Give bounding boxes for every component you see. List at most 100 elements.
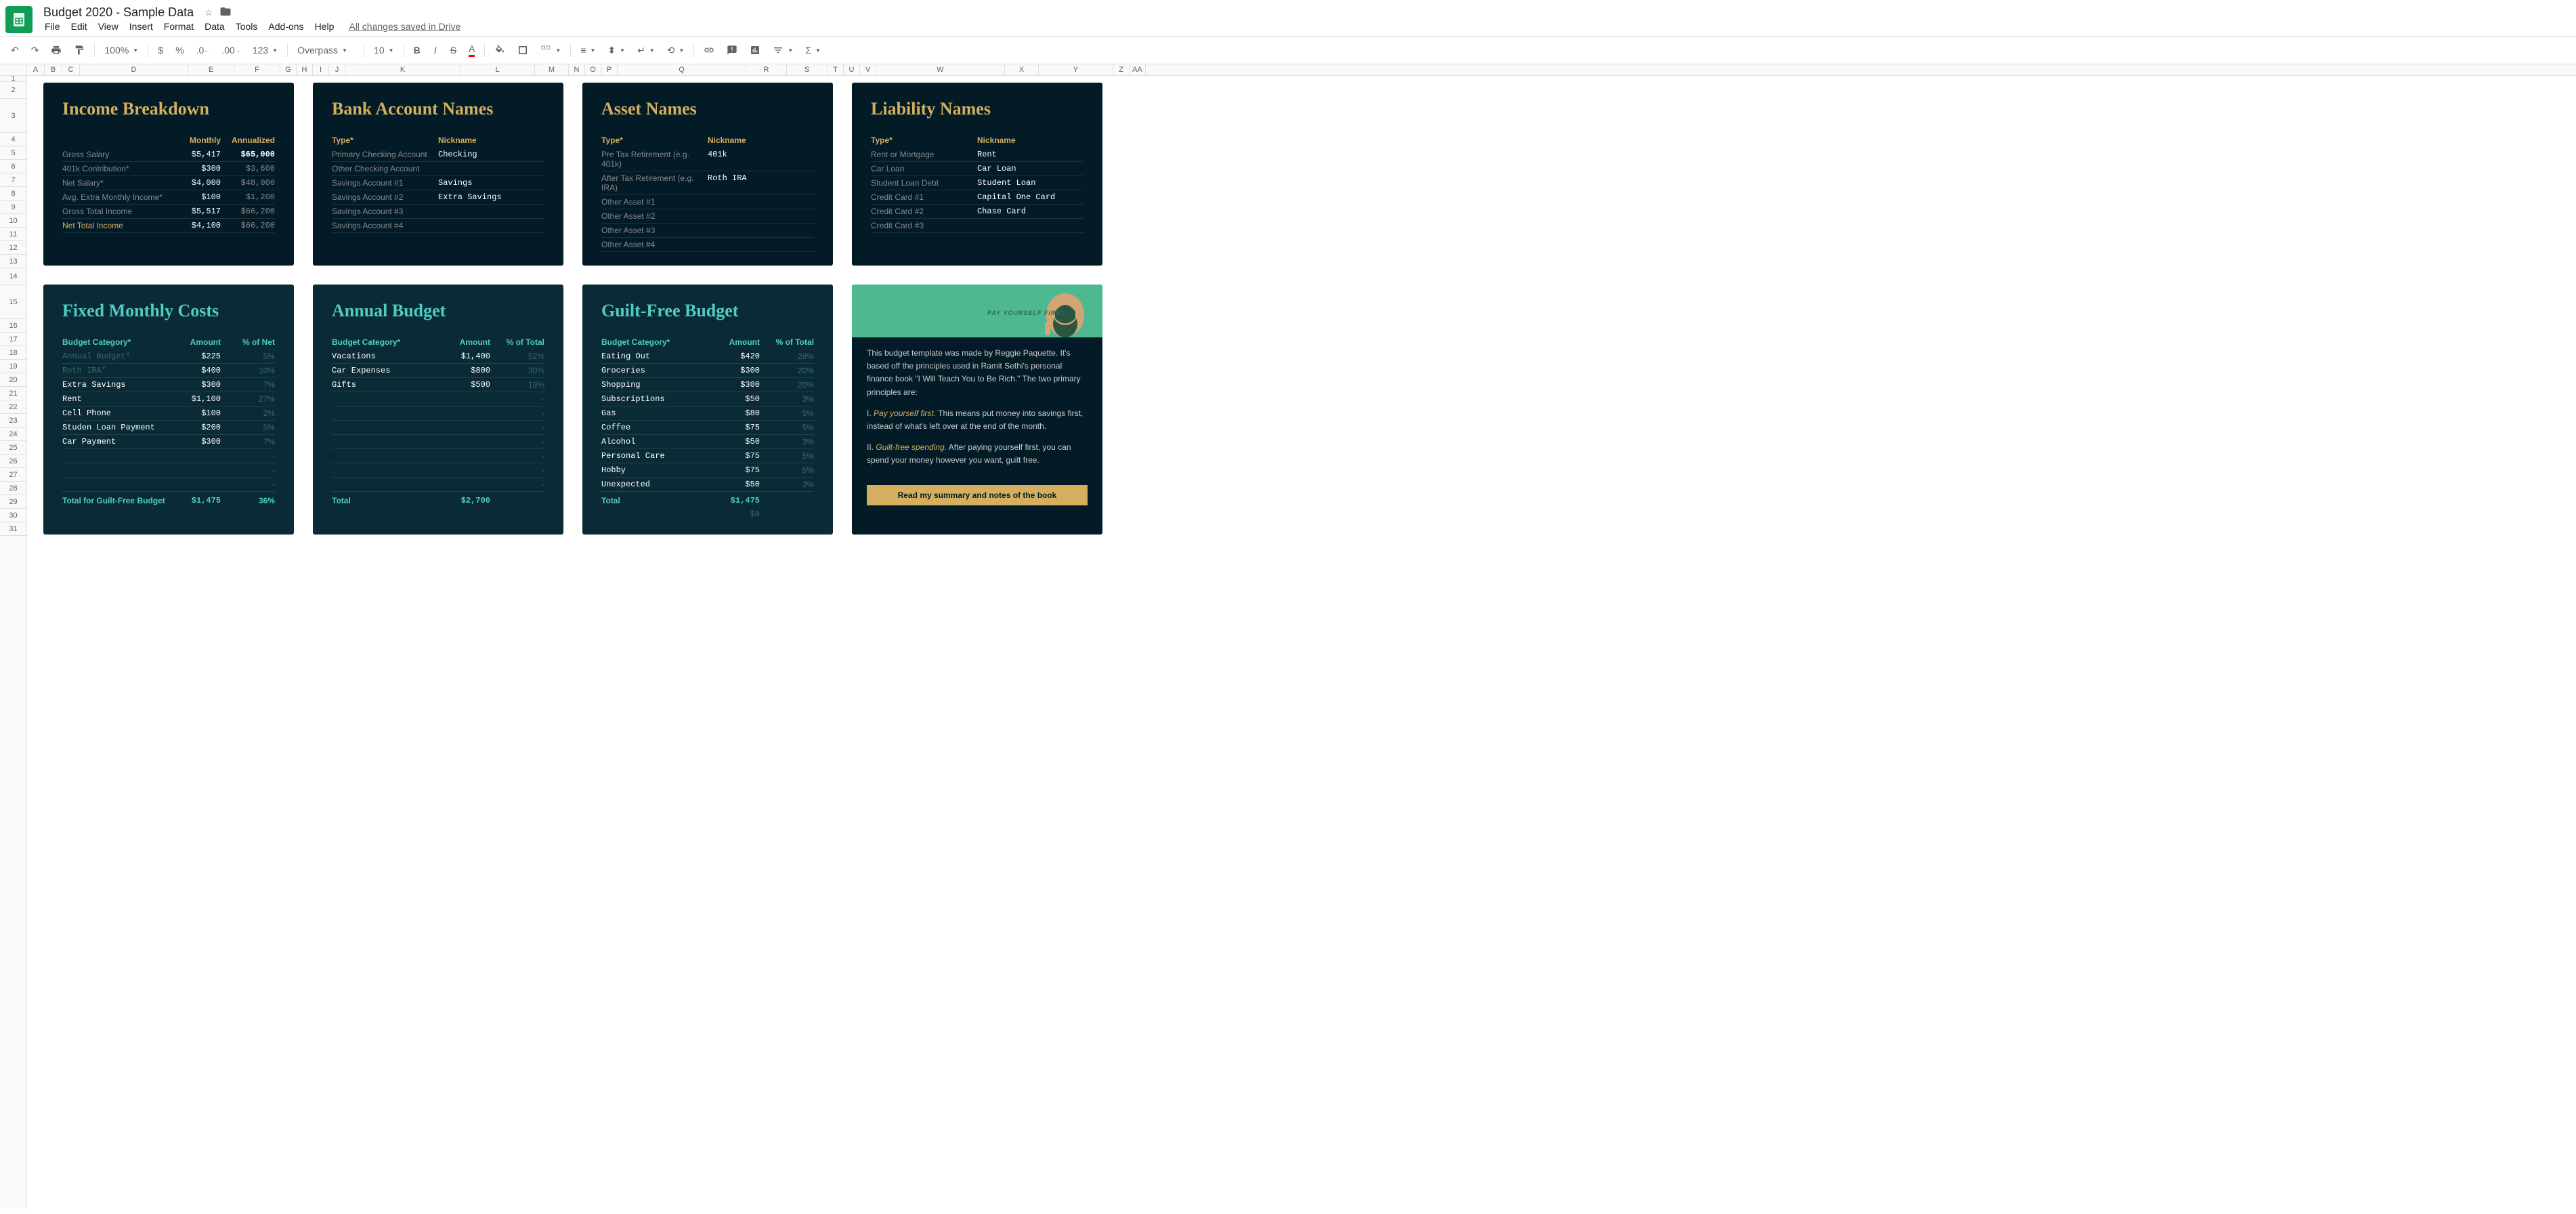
col-header-Q[interactable]: Q [618,64,746,75]
row-header-28[interactable]: 28 [0,482,26,495]
chart-button[interactable] [744,41,766,60]
col-header-U[interactable]: U [844,64,860,75]
merge-cells-button[interactable]: ▼ [535,42,566,58]
row-header-24[interactable]: 24 [0,427,26,441]
col-header-AA[interactable]: AA [1130,64,1146,75]
save-status[interactable]: All changes saved in Drive [349,21,460,32]
text-wrap-button[interactable]: ↵▼ [632,42,660,59]
row-header-31[interactable]: 31 [0,522,26,536]
col-header-S[interactable]: S [787,64,828,75]
table-row[interactable]: Gifts $500 19% [332,378,544,392]
percent-button[interactable]: % [170,41,189,60]
menu-add-ons[interactable]: Add-ons [263,18,309,35]
table-row[interactable]: Alcohol $50 3% [601,435,814,449]
table-row[interactable]: Credit Card #3 [871,219,1083,233]
table-row[interactable]: - [62,449,275,463]
table-row[interactable]: Savings Account #4 [332,219,544,233]
col-header-Y[interactable]: Y [1039,64,1113,75]
table-row[interactable]: Coffee $75 5% [601,421,814,435]
row-header-4[interactable]: 4 [0,133,26,146]
filter-button[interactable]: ▼ [767,42,798,58]
number-format-select[interactable]: 123▼ [247,42,283,58]
col-header-A[interactable]: A [27,64,45,75]
text-color-button[interactable]: A [463,39,480,61]
table-row[interactable]: Eating Out $420 28% [601,350,814,364]
table-row[interactable]: Other Asset #4 [601,238,814,252]
table-row[interactable]: Vacations $1,400 52% [332,350,544,364]
col-header-J[interactable]: J [329,64,345,75]
table-row[interactable]: Rent or Mortgage Rent [871,148,1083,162]
table-row[interactable]: Studen Loan Payment $200 5% [62,421,275,435]
v-align-button[interactable]: ⬍▼ [602,42,630,59]
col-header-I[interactable]: I [313,64,329,75]
table-row[interactable]: Student Loan Debt Student Loan [871,176,1083,190]
table-row[interactable]: Rent $1,100 27% [62,392,275,406]
table-row[interactable]: Cell Phone $100 2% [62,406,275,421]
table-row[interactable]: Gross Total Income $5,517 $66,200 [62,205,275,219]
move-folder-icon[interactable] [219,5,232,20]
menu-edit[interactable]: Edit [66,18,93,35]
table-row[interactable]: - [332,392,544,406]
menu-view[interactable]: View [93,18,124,35]
table-row[interactable]: Groceries $300 20% [601,364,814,378]
table-row[interactable]: 401k Contribution* $300 $3,600 [62,162,275,176]
table-row[interactable]: Other Asset #3 [601,224,814,238]
table-row[interactable]: Shopping $300 20% [601,378,814,392]
table-row[interactable]: Net Total Income $4,100 $66,200 [62,219,275,233]
row-header-7[interactable]: 7 [0,173,26,187]
table-row[interactable]: Net Salary* $4,000 $48,000 [62,176,275,190]
row-header-19[interactable]: 19 [0,360,26,373]
row-header-2[interactable]: 2 [0,82,26,99]
col-header-D[interactable]: D [80,64,188,75]
table-row[interactable]: Car Payment $300 7% [62,435,275,449]
row-header-6[interactable]: 6 [0,160,26,173]
table-row[interactable]: Other Asset #2 [601,209,814,224]
table-row[interactable]: - [332,463,544,478]
col-header-X[interactable]: X [1005,64,1039,75]
row-header-9[interactable]: 9 [0,201,26,214]
table-row[interactable]: Other Asset #1 [601,195,814,209]
bold-button[interactable]: B [408,41,426,60]
col-header-V[interactable]: V [860,64,876,75]
row-header-11[interactable]: 11 [0,228,26,241]
table-row[interactable]: Credit Card #2 Chase Card [871,205,1083,219]
row-header-13[interactable]: 13 [0,255,26,268]
table-row[interactable]: Car Loan Car Loan [871,162,1083,176]
redo-button[interactable]: ↷ [26,41,45,60]
row-header-12[interactable]: 12 [0,241,26,255]
row-header-14[interactable]: 14 [0,268,26,285]
menu-tools[interactable]: Tools [230,18,263,35]
col-header-Z[interactable]: Z [1113,64,1130,75]
paint-format-button[interactable] [68,41,90,60]
table-row[interactable]: Other Checking Account [332,162,544,176]
row-header-26[interactable]: 26 [0,455,26,468]
row-header-30[interactable]: 30 [0,509,26,522]
comment-button[interactable] [721,41,743,60]
row-header-15[interactable]: 15 [0,285,26,319]
menu-data[interactable]: Data [199,18,230,35]
row-header-18[interactable]: 18 [0,346,26,360]
zoom-select[interactable]: 100%▼ [99,42,144,58]
table-row[interactable]: Extra Savings $300 7% [62,378,275,392]
link-button[interactable] [698,41,720,60]
table-row[interactable]: Credit Card #1 Capital One Card [871,190,1083,205]
col-header-P[interactable]: P [601,64,618,75]
table-row[interactable]: Avg. Extra Monthly Income* $100 $1,200 [62,190,275,205]
table-row[interactable]: Unexpected $50 3% [601,478,814,492]
row-header-8[interactable]: 8 [0,187,26,201]
col-header-F[interactable]: F [234,64,280,75]
row-header-16[interactable]: 16 [0,319,26,333]
menu-insert[interactable]: Insert [124,18,158,35]
col-header-O[interactable]: O [585,64,601,75]
font-select[interactable]: Overpass▼ [292,42,360,58]
table-row[interactable]: Roth IRA* $400 10% [62,364,275,378]
row-header-20[interactable]: 20 [0,373,26,387]
col-header-H[interactable]: H [297,64,313,75]
row-header-22[interactable]: 22 [0,400,26,414]
col-header-T[interactable]: T [828,64,844,75]
col-header-L[interactable]: L [460,64,535,75]
table-row[interactable]: - [332,421,544,435]
table-row[interactable]: Personal Care $75 5% [601,449,814,463]
strikethrough-button[interactable]: S [445,41,462,60]
table-row[interactable]: Savings Account #3 [332,205,544,219]
